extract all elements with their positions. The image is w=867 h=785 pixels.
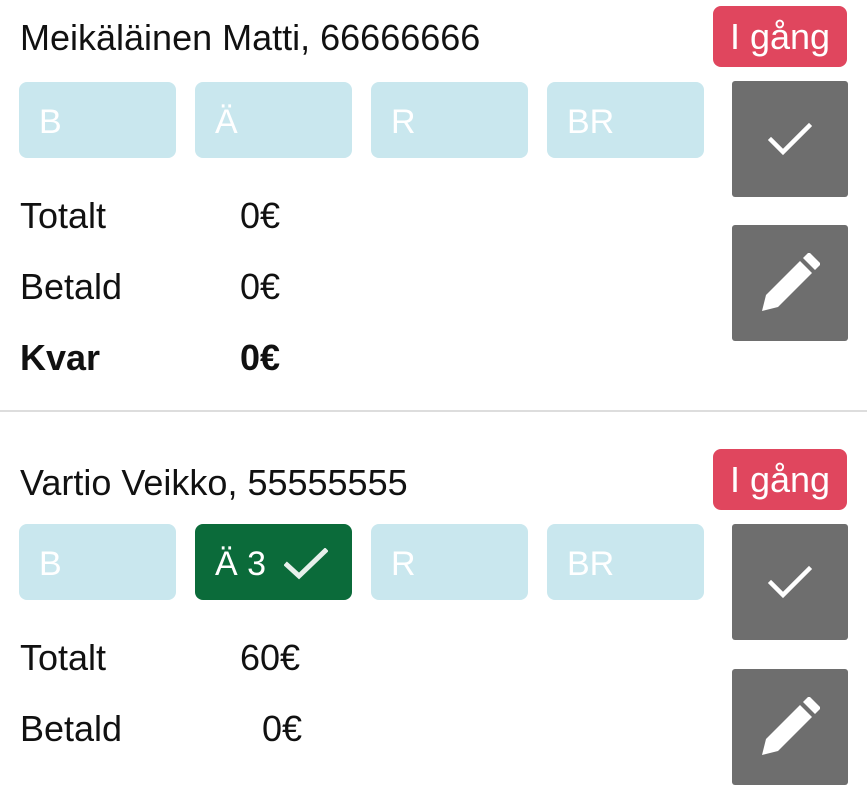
chip-b[interactable]: B [19, 82, 176, 158]
total-label: Totalt [20, 195, 107, 236]
edit-button[interactable] [732, 669, 848, 785]
paid-value: 0€ [240, 266, 281, 307]
paid-label: Betald [20, 266, 123, 307]
check-icon [768, 122, 812, 156]
chip-label: R [391, 103, 416, 142]
total-value: 0€ [240, 195, 281, 236]
customer-name: Meikäläinen Matti, 66666666 [20, 17, 481, 58]
confirm-button[interactable] [732, 81, 848, 197]
total-value: 60€ [240, 637, 301, 678]
edit-button[interactable] [732, 225, 848, 341]
pencil-icon [762, 253, 820, 311]
chip-label: R [391, 545, 416, 584]
order-card: Vartio Veikko, 55555555 I gång B Ä 3 R B… [0, 412, 867, 785]
chip-a[interactable]: Ä [195, 82, 352, 158]
chip-r[interactable]: R [371, 524, 528, 600]
chip-label: Ä 3 [215, 545, 267, 584]
status-badge: I gång [713, 6, 847, 67]
paid-label: Betald [20, 708, 123, 749]
check-icon [283, 548, 328, 580]
chip-label: Ä [215, 103, 238, 142]
check-icon [768, 565, 812, 599]
chip-label: B [39, 103, 62, 142]
order-card: Meikäläinen Matti, 66666666 I gång B Ä R… [0, 0, 867, 412]
chip-label: B [39, 545, 62, 584]
chip-label: BR [567, 103, 615, 142]
chip-label: BR [567, 545, 615, 584]
customer-name: Vartio Veikko, 55555555 [20, 462, 408, 503]
status-badge: I gång [713, 449, 847, 510]
remaining-label: Kvar [20, 337, 101, 378]
pencil-icon [762, 697, 820, 755]
remaining-value: 0€ [240, 337, 281, 378]
total-label: Totalt [20, 637, 107, 678]
chip-r[interactable]: R [371, 82, 528, 158]
chip-br[interactable]: BR [547, 524, 704, 600]
chip-a[interactable]: Ä 3 [195, 524, 352, 600]
confirm-button[interactable] [732, 524, 848, 640]
chip-br[interactable]: BR [547, 82, 704, 158]
chip-b[interactable]: B [19, 524, 176, 600]
paid-value: 0€ [262, 708, 303, 749]
